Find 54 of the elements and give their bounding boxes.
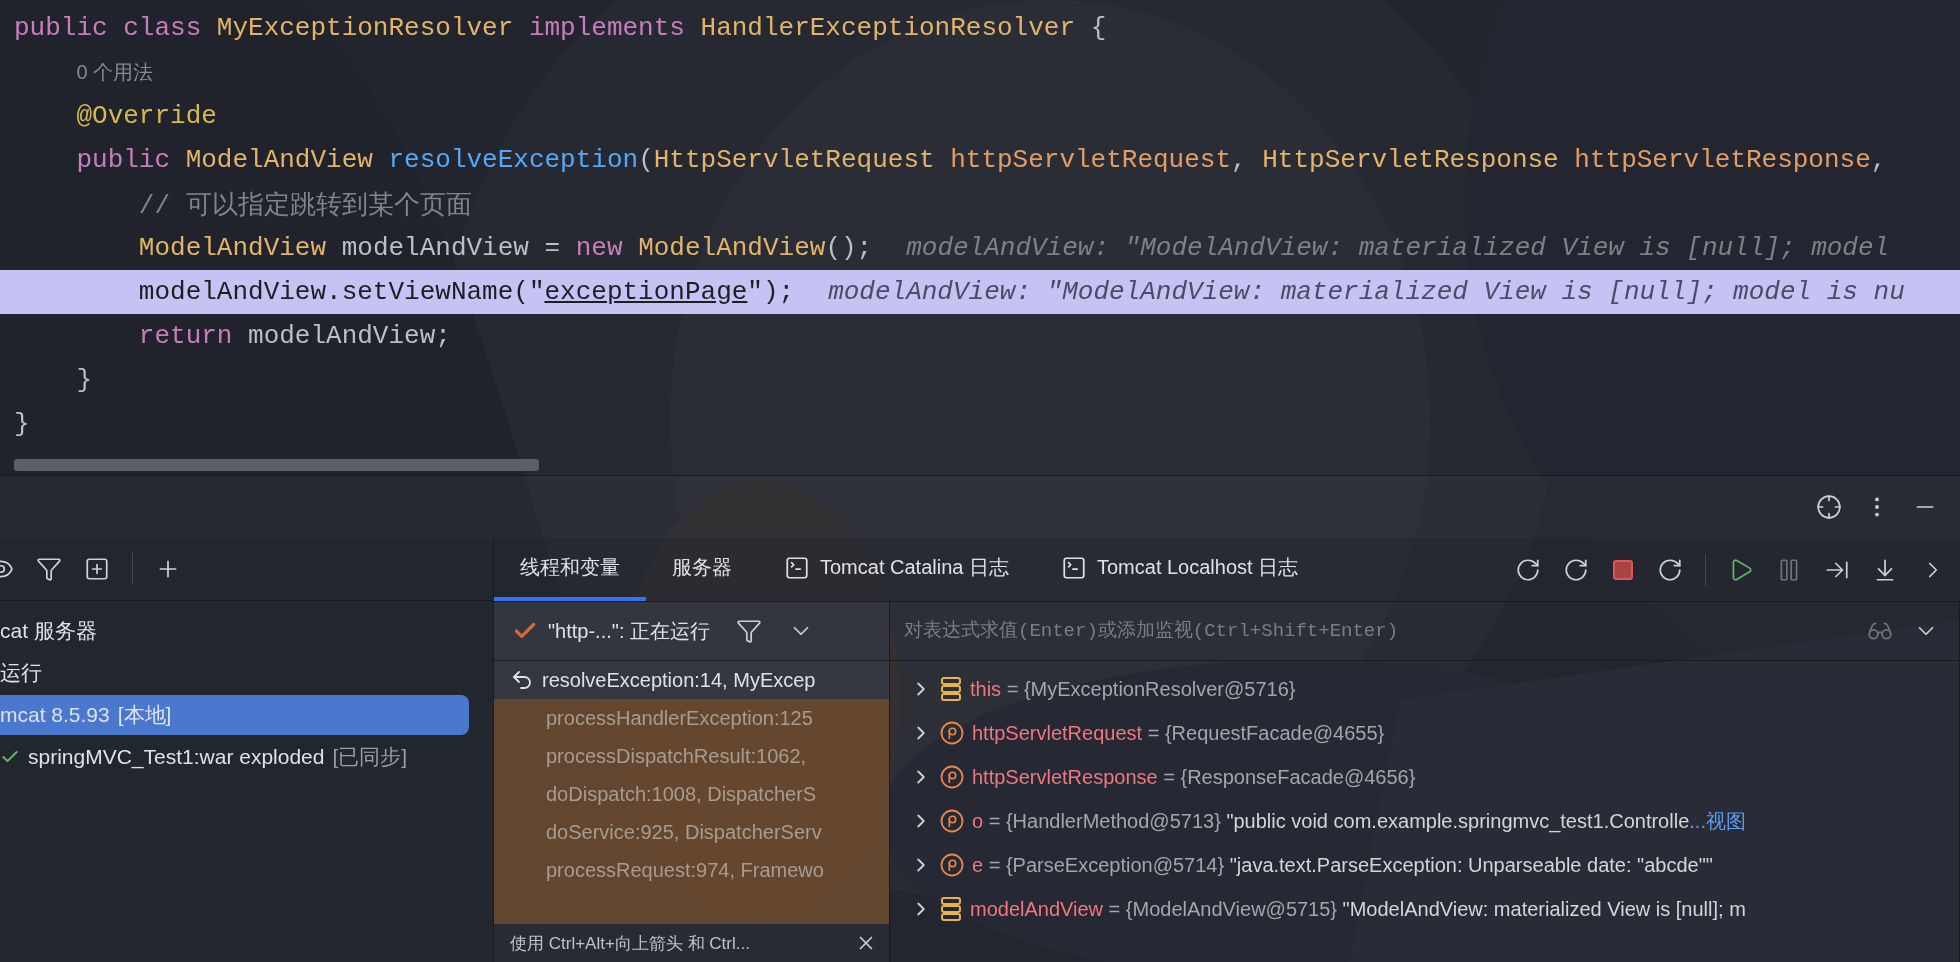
tree-item-label: mcat 8.5.93 (0, 703, 110, 727)
variable-entry[interactable]: modelAndView = {ModelAndView@5715} "ModelAndView: materialized View is [null]; m (970, 897, 1746, 921)
tree-item-status: [本地] (117, 702, 172, 728)
parameter-icon (940, 853, 964, 877)
filter-icon[interactable] (736, 618, 762, 644)
field-icon (940, 676, 962, 702)
hint-text: 使用 Ctrl+Alt+向上箭头 和 Ctrl... (510, 932, 750, 955)
tree-item[interactable]: cat 服务器 (0, 611, 469, 651)
add-frame-icon[interactable] (84, 556, 110, 582)
rerun-icon[interactable] (1515, 556, 1541, 583)
tab[interactable]: Tomcat Localhost 日志 (1034, 538, 1325, 601)
usages-hint[interactable]: 0 个用法 (76, 58, 154, 86)
crosshair-icon[interactable] (1816, 494, 1842, 520)
inline-value: modelAndView: "ModelAndView: materialized View is [null]; model (906, 233, 1890, 263)
tree-item-label: springMVC_Test1:war exploded (28, 745, 325, 769)
tree-item-status: [已同步] (332, 744, 408, 770)
view-link[interactable]: ...视图 (1689, 809, 1746, 832)
rerun-debug-icon[interactable] (1563, 556, 1589, 583)
variable-entry[interactable]: this = {MyExceptionResolver@5716} (970, 677, 1296, 701)
terminal-icon (1060, 554, 1087, 581)
tree-item[interactable]: mcat 8.5.93 [本地] (0, 695, 469, 735)
tree-item-label: cat 服务器 (0, 618, 97, 644)
filter-icon[interactable] (36, 556, 62, 582)
code-line: ModelAndView modelAndView = new ModelAndView(); (138, 233, 873, 263)
thread-selector[interactable]: "http-...": 正在运行 (548, 617, 710, 645)
variable-entry[interactable]: e = {ParseException@5714} "java.text.ParseException: Unparseable date: "abcde"" (972, 853, 1713, 877)
tree-item[interactable]: 运行 (0, 653, 469, 693)
parameter-icon (940, 721, 964, 745)
code-line: } (76, 365, 93, 395)
code-line: public class MyExceptionResolver implements HandlerExceptionResolver { (14, 13, 1107, 43)
code-line: public ModelAndView resolveException(HttpServletRequest httpServletRequest, HttpServletResponse httpServletResponse, (76, 145, 1887, 175)
code-line: return modelAndView; (138, 321, 451, 351)
code-line: @Override (76, 101, 217, 131)
tab[interactable]: 服务器 (646, 538, 758, 601)
inline-value: modelAndView: "ModelAndView: materialized View is [null]; model is nu (828, 277, 1905, 307)
tab[interactable]: Tomcat Catalina 日志 (758, 538, 1035, 601)
tree-item-label: 运行 (0, 660, 42, 686)
code-line: // 可以指定跳转到某个页面 (138, 189, 472, 222)
return-arrow-icon (510, 668, 534, 692)
code-line: } (14, 409, 30, 439)
variable-entry[interactable]: httpServletRequest = {RequestFacade@4655} (972, 721, 1385, 745)
parameter-icon (940, 809, 964, 833)
tree-item[interactable]: springMVC_Test1:war exploded [已同步] (0, 737, 469, 777)
terminal-icon (784, 554, 810, 581)
code-line: modelAndView.setViewName("exceptionPage"); (138, 277, 795, 307)
restart-icon[interactable] (1657, 556, 1683, 583)
stop-icon[interactable] (1611, 557, 1635, 582)
horizontal-scrollbar[interactable] (14, 459, 539, 471)
variable-entry[interactable]: o = {HandlerMethod@5713} "public void com.example.springmvc_test1.Controlle...视图 (972, 807, 1746, 835)
variable-entry[interactable]: httpServletResponse = {ResponseFacade@4656} (972, 765, 1416, 789)
parameter-icon (940, 765, 964, 789)
stack-frame[interactable]: resolveException:14, MyExcep (494, 661, 889, 699)
evaluate-field[interactable]: 对表达式求值(Enter)或添加监视(Ctrl+Shift+Enter) (890, 608, 1847, 654)
field-icon (940, 896, 962, 922)
